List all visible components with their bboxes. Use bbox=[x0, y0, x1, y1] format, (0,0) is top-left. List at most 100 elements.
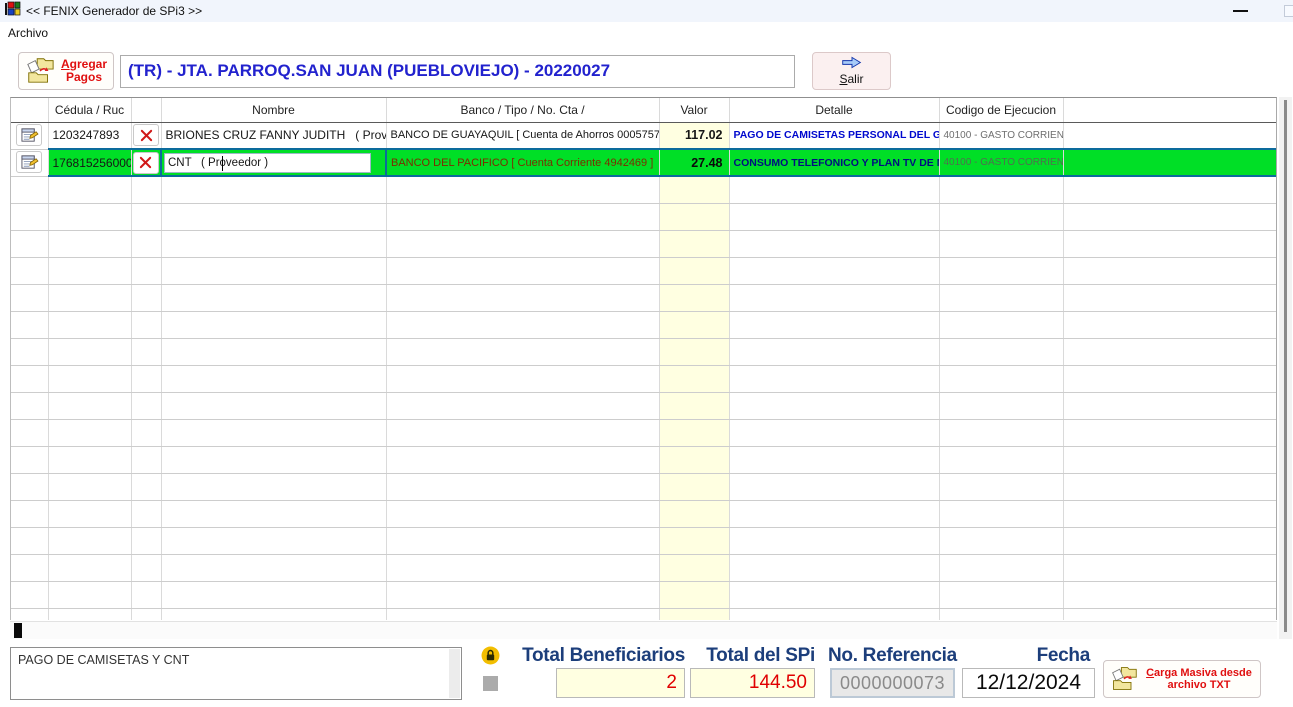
delete-row-button[interactable] bbox=[133, 124, 159, 146]
empty-cell bbox=[386, 419, 659, 446]
cell-codigo[interactable]: 40100 - GASTO CORRIENTE bbox=[939, 122, 1063, 149]
horizontal-scrollbar-thumb[interactable] bbox=[14, 623, 22, 638]
horizontal-scrollbar[interactable] bbox=[10, 621, 1277, 639]
empty-cell bbox=[161, 230, 386, 257]
empty-cell bbox=[659, 257, 729, 284]
vertical-scrollbar[interactable] bbox=[1279, 97, 1292, 639]
minimize-button[interactable] bbox=[1233, 10, 1248, 12]
empty-cell bbox=[11, 581, 48, 608]
empty-cell bbox=[131, 554, 161, 581]
empty-cell bbox=[11, 527, 48, 554]
edit-row-button[interactable] bbox=[16, 151, 42, 173]
spi-title-field[interactable]: (TR) - JTA. PARROQ.SAN JUAN (PUEBLOVIEJO… bbox=[120, 55, 795, 88]
empty-cell bbox=[386, 581, 659, 608]
cell-banco[interactable]: BANCO DE GUAYAQUIL [ Cuenta de Ahorros 0… bbox=[386, 122, 659, 149]
empty-cell bbox=[1063, 419, 1277, 446]
gray-square-button[interactable] bbox=[483, 676, 498, 691]
empty-cell bbox=[131, 527, 161, 554]
title-bar: << FENIX Generador de SPi3 >> bbox=[0, 0, 1293, 22]
restore-button[interactable] bbox=[1284, 5, 1293, 17]
total-beneficiarios-label: Total Beneficiarios bbox=[505, 645, 685, 667]
empty-cell bbox=[131, 338, 161, 365]
empty-cell bbox=[939, 473, 1063, 500]
empty-cell bbox=[729, 500, 939, 527]
empty-cell bbox=[11, 608, 48, 620]
cell-detalle[interactable]: CONSUMO TELEFONICO Y PLAN TV DE NOVIEMBR… bbox=[729, 149, 939, 176]
empty-table-row bbox=[11, 608, 1277, 620]
empty-cell bbox=[386, 500, 659, 527]
empty-cell bbox=[161, 608, 386, 620]
empty-cell bbox=[659, 284, 729, 311]
empty-cell bbox=[161, 392, 386, 419]
total-spi-value: 144.50 bbox=[690, 668, 815, 698]
empty-table-row bbox=[11, 365, 1277, 392]
empty-cell bbox=[48, 203, 131, 230]
empty-cell bbox=[48, 500, 131, 527]
cell-valor[interactable]: 117.02 bbox=[659, 122, 729, 149]
vertical-scrollbar-thumb[interactable] bbox=[1284, 100, 1287, 632]
cell-extra bbox=[1063, 149, 1277, 176]
table-row: 1203247893 BRIONES CRUZ FANNY JUDITH ( Pr… bbox=[11, 122, 1277, 149]
header-col-valor: Valor bbox=[659, 98, 729, 122]
empty-cell bbox=[161, 500, 386, 527]
empty-cell bbox=[131, 176, 161, 203]
empty-cell bbox=[659, 608, 729, 620]
observacion-scrollbar[interactable] bbox=[449, 649, 460, 698]
cell-extra bbox=[1063, 122, 1277, 149]
cell-cedula[interactable]: 1768152560001 bbox=[48, 149, 131, 176]
observacion-input[interactable]: PAGO DE CAMISETAS Y CNT bbox=[10, 647, 462, 700]
empty-table-row bbox=[11, 311, 1277, 338]
empty-cell bbox=[729, 554, 939, 581]
agregar-pagos-button[interactable]: Agregar Pagos bbox=[18, 52, 114, 90]
empty-cell bbox=[729, 230, 939, 257]
fecha-label: Fecha bbox=[960, 645, 1090, 667]
empty-cell bbox=[161, 446, 386, 473]
cell-delete-button bbox=[131, 122, 161, 149]
header-col-nombre: Nombre bbox=[161, 98, 386, 122]
cell-banco[interactable]: BANCO DEL PACIFICO [ Cuenta Corriente 49… bbox=[386, 149, 659, 176]
empty-cell bbox=[1063, 338, 1277, 365]
fecha-field[interactable]: 12/12/2024 bbox=[962, 668, 1095, 698]
cell-edit-button bbox=[11, 149, 48, 176]
empty-cell bbox=[939, 608, 1063, 620]
empty-cell bbox=[386, 473, 659, 500]
empty-cell bbox=[131, 284, 161, 311]
delete-row-button[interactable] bbox=[133, 152, 159, 174]
edit-row-button[interactable] bbox=[16, 124, 42, 146]
empty-cell bbox=[659, 230, 729, 257]
grid-header-row: Cédula / RucNombreBanco / Tipo / No. Cta… bbox=[11, 98, 1277, 122]
empty-cell bbox=[729, 392, 939, 419]
empty-table-row bbox=[11, 176, 1277, 203]
empty-cell bbox=[1063, 554, 1277, 581]
empty-cell bbox=[386, 446, 659, 473]
cell-detalle[interactable]: PAGO DE CAMISETAS PERSONAL DEL GAD bbox=[729, 122, 939, 149]
empty-cell bbox=[939, 230, 1063, 257]
empty-table-row bbox=[11, 581, 1277, 608]
empty-cell bbox=[659, 392, 729, 419]
empty-cell bbox=[11, 257, 48, 284]
carga-masiva-button[interactable]: Carga Masiva desde archivo TXT bbox=[1103, 660, 1261, 698]
empty-cell bbox=[659, 554, 729, 581]
header-col-codigo: Codigo de Ejecucion bbox=[939, 98, 1063, 122]
empty-cell bbox=[48, 176, 131, 203]
empty-table-row bbox=[11, 230, 1277, 257]
empty-cell bbox=[729, 608, 939, 620]
empty-cell bbox=[1063, 203, 1277, 230]
empty-cell bbox=[11, 338, 48, 365]
cell-codigo[interactable]: 40100 - GASTO CORRIENTE bbox=[939, 149, 1063, 176]
empty-cell bbox=[939, 446, 1063, 473]
empty-cell bbox=[386, 284, 659, 311]
empty-cell bbox=[939, 311, 1063, 338]
menu-item-archivo[interactable]: Archivo bbox=[0, 22, 56, 44]
salir-button[interactable]: Salir bbox=[812, 52, 891, 90]
empty-table-row bbox=[11, 500, 1277, 527]
cell-nombre[interactable]: BRIONES CRUZ FANNY JUDITH ( Proveedor ) bbox=[161, 122, 386, 149]
empty-cell bbox=[161, 338, 386, 365]
cell-cedula[interactable]: 1203247893 bbox=[48, 122, 131, 149]
empty-cell bbox=[131, 473, 161, 500]
cell-valor[interactable]: 27.48 bbox=[659, 149, 729, 176]
empty-cell bbox=[729, 176, 939, 203]
nombre-edit-input[interactable]: CNT ( Proveedor ) bbox=[164, 153, 371, 173]
cell-nombre[interactable]: CNT ( Proveedor ) bbox=[161, 149, 386, 176]
empty-table-row bbox=[11, 338, 1277, 365]
